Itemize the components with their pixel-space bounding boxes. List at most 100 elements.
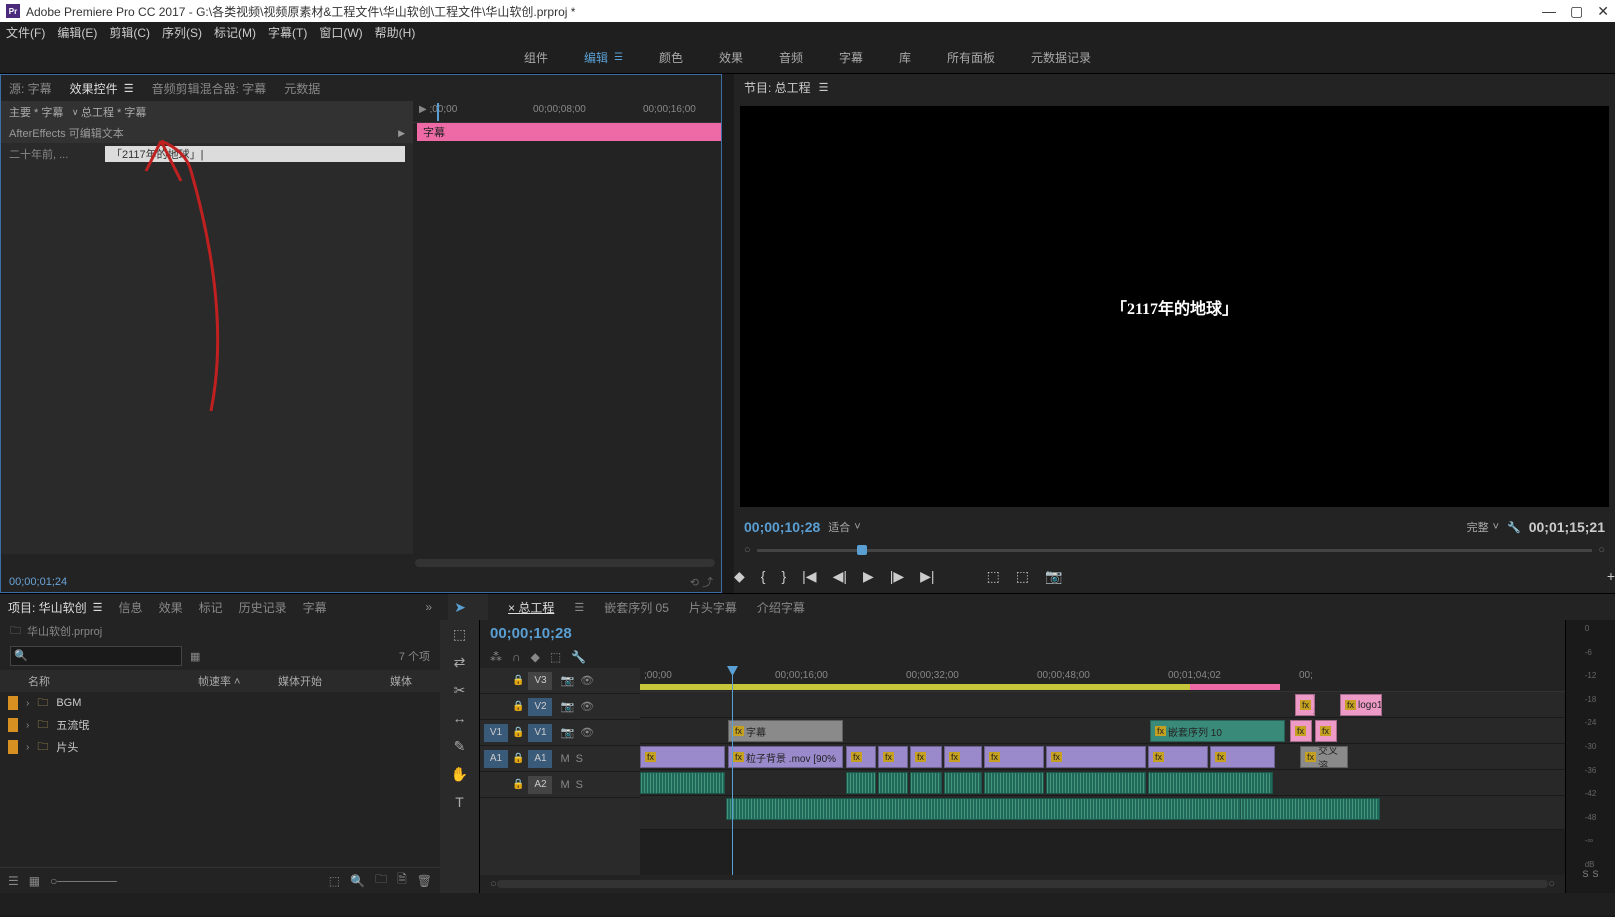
toggle-output-icon[interactable]: 📷	[560, 700, 574, 713]
delete-button[interactable]: 🗑	[417, 874, 432, 888]
list-view-button[interactable]: ☰	[8, 874, 19, 888]
clip[interactable]: fx粒子背景 .mov [90%	[728, 746, 843, 768]
program-scrub[interactable]: ○ ○	[734, 541, 1615, 559]
clip[interactable]: fx恒定	[1240, 798, 1380, 820]
eye-icon[interactable]: 👁	[580, 674, 594, 687]
clip[interactable]: fx	[910, 746, 942, 768]
zoom-dropdown[interactable]: 适合 ˅	[828, 519, 860, 535]
source-patch-v1[interactable]: V1	[484, 724, 508, 742]
lock-icon[interactable]: 🔒	[512, 675, 524, 686]
clip[interactable]: fx	[1290, 720, 1312, 742]
mark-out-button[interactable]: {	[761, 568, 766, 584]
mark-clip-button[interactable]: }	[781, 568, 786, 584]
clip[interactable]: fx	[1148, 746, 1208, 768]
workspace-tab-metadata[interactable]: 元数据记录	[1031, 49, 1091, 66]
menu-sequence[interactable]: 序列(S)	[162, 24, 202, 41]
tab-metadata[interactable]: 元数据	[284, 80, 320, 97]
toggle-output-icon[interactable]: 📷	[560, 726, 574, 739]
clip[interactable]	[1148, 772, 1273, 794]
minimize-button[interactable]: —	[1542, 3, 1556, 20]
icon-view-button[interactable]: ▦	[29, 874, 40, 888]
lock-icon[interactable]: 🔒	[512, 727, 524, 738]
go-to-in-button[interactable]: |◀	[802, 568, 816, 585]
workspace-tab-allpanels[interactable]: 所有面板	[947, 49, 995, 66]
clip[interactable]: fx	[846, 746, 876, 768]
clip[interactable]: fx交叉溶...	[1300, 746, 1348, 768]
clip[interactable]	[910, 772, 942, 794]
link-icon[interactable]: ∩	[512, 650, 521, 664]
menu-clip[interactable]: 剪辑(C)	[109, 24, 150, 41]
mark-in-button[interactable]: ◆	[734, 568, 745, 585]
clip[interactable]: fx	[984, 746, 1044, 768]
tab-info[interactable]: 信息	[119, 599, 143, 616]
marker-icon[interactable]: ◆	[531, 650, 540, 664]
sequence-tab-intro[interactable]: 介绍字幕	[757, 599, 805, 616]
toggle-output-icon[interactable]: 📷	[560, 674, 574, 687]
step-back-button[interactable]: ◀|	[833, 568, 847, 585]
clip[interactable]: fx	[878, 746, 908, 768]
chevron-right-icon[interactable]: ›	[26, 698, 29, 709]
col-name[interactable]: 名称	[28, 673, 188, 689]
pen-tool[interactable]: ✎	[448, 736, 472, 756]
workspace-tab-color[interactable]: 颜色	[659, 49, 683, 66]
clip[interactable]: fx	[640, 746, 725, 768]
extract-button[interactable]: ⬚	[1016, 568, 1029, 585]
new-item-button[interactable]: 🗎	[397, 870, 407, 891]
go-to-out-button[interactable]: ▶|	[920, 568, 934, 585]
maximize-button[interactable]: ▢	[1570, 3, 1583, 20]
menu-marker[interactable]: 标记(M)	[214, 24, 256, 41]
clip[interactable]	[846, 772, 876, 794]
project-row[interactable]: › 🗀 片头	[0, 736, 440, 758]
ripple-tool[interactable]: ⇄	[448, 652, 472, 672]
snap-icon[interactable]: ⁂	[490, 650, 502, 664]
workspace-tab-titles[interactable]: 字幕	[839, 49, 863, 66]
type-tool[interactable]: T	[448, 792, 472, 812]
menu-edit[interactable]: 编辑(E)	[57, 24, 97, 41]
lock-icon[interactable]: 🔒	[512, 779, 524, 790]
tab-effect-controls[interactable]: 效果控件 ☰	[70, 80, 134, 97]
clip[interactable]: fx字幕	[1295, 694, 1315, 716]
hand-tool[interactable]: ✋	[448, 764, 472, 784]
zoom-slider[interactable]: ○───────	[50, 874, 117, 888]
timeline-zoom[interactable]: ○○	[480, 875, 1565, 893]
slip-tool[interactable]: ↔	[448, 708, 472, 728]
wrench-icon[interactable]: 🔧	[1507, 521, 1521, 534]
settings-icon[interactable]: ⬚	[550, 650, 561, 664]
add-button[interactable]: +	[1607, 568, 1615, 584]
play-button[interactable]: ▶	[863, 568, 874, 585]
eye-icon[interactable]: 👁	[580, 700, 594, 713]
tab-history[interactable]: 历史记录	[239, 599, 287, 616]
program-timecode[interactable]: 00;00;10;28	[744, 519, 820, 535]
workspace-tab-editing[interactable]: 编辑 ☰	[584, 49, 623, 66]
menu-file[interactable]: 文件(F)	[6, 24, 45, 41]
step-forward-button[interactable]: |▶	[890, 568, 904, 585]
eye-icon[interactable]: 👁	[580, 726, 594, 739]
selection-tool[interactable]: ➤	[448, 597, 472, 617]
wrench-icon[interactable]: 🔧	[571, 650, 586, 664]
lock-icon[interactable]: 🔒	[512, 701, 524, 712]
track-a1-content[interactable]	[640, 770, 1565, 796]
chevron-right-icon[interactable]: ›	[26, 742, 29, 753]
clip[interactable]	[1046, 772, 1146, 794]
track-content[interactable]: ;00;00 00;00;16;00 00;00;32;00 00;00;48;…	[640, 668, 1565, 875]
export-frame-button[interactable]: 📷	[1045, 568, 1062, 585]
overflow-button[interactable]: »	[425, 600, 432, 614]
sequence-tab-main[interactable]: × 总工程	[508, 599, 554, 616]
clip[interactable]	[640, 772, 725, 794]
menu-title[interactable]: 字幕(T)	[268, 24, 307, 41]
lock-icon[interactable]: 🔒	[512, 753, 524, 764]
clip[interactable]: fx嵌套序列 10	[1150, 720, 1285, 742]
timeline-ruler[interactable]: ;00;00 00;00;16;00 00;00;32;00 00;00;48;…	[640, 668, 1565, 692]
playhead-handle[interactable]	[857, 545, 867, 555]
mini-ruler[interactable]: ▶ ;00;00 00;00;08;00 00;00;16;00	[413, 101, 721, 123]
track-header-a2[interactable]: 🔒 A2 MS	[480, 772, 640, 798]
project-row[interactable]: › 🗀 BGM	[0, 692, 440, 714]
tab-effects[interactable]: 效果	[159, 599, 183, 616]
search-input[interactable]	[10, 646, 182, 666]
effect-section-aftereffects[interactable]: AfterEffects 可编辑文本 ▶	[1, 123, 413, 143]
clip[interactable]: fx字幕	[728, 720, 843, 742]
playhead[interactable]	[732, 668, 733, 875]
find-button[interactable]: 🔍	[350, 874, 365, 888]
clip[interactable]: fx	[1210, 746, 1275, 768]
auto-sequence-button[interactable]: ⬚	[329, 874, 340, 888]
